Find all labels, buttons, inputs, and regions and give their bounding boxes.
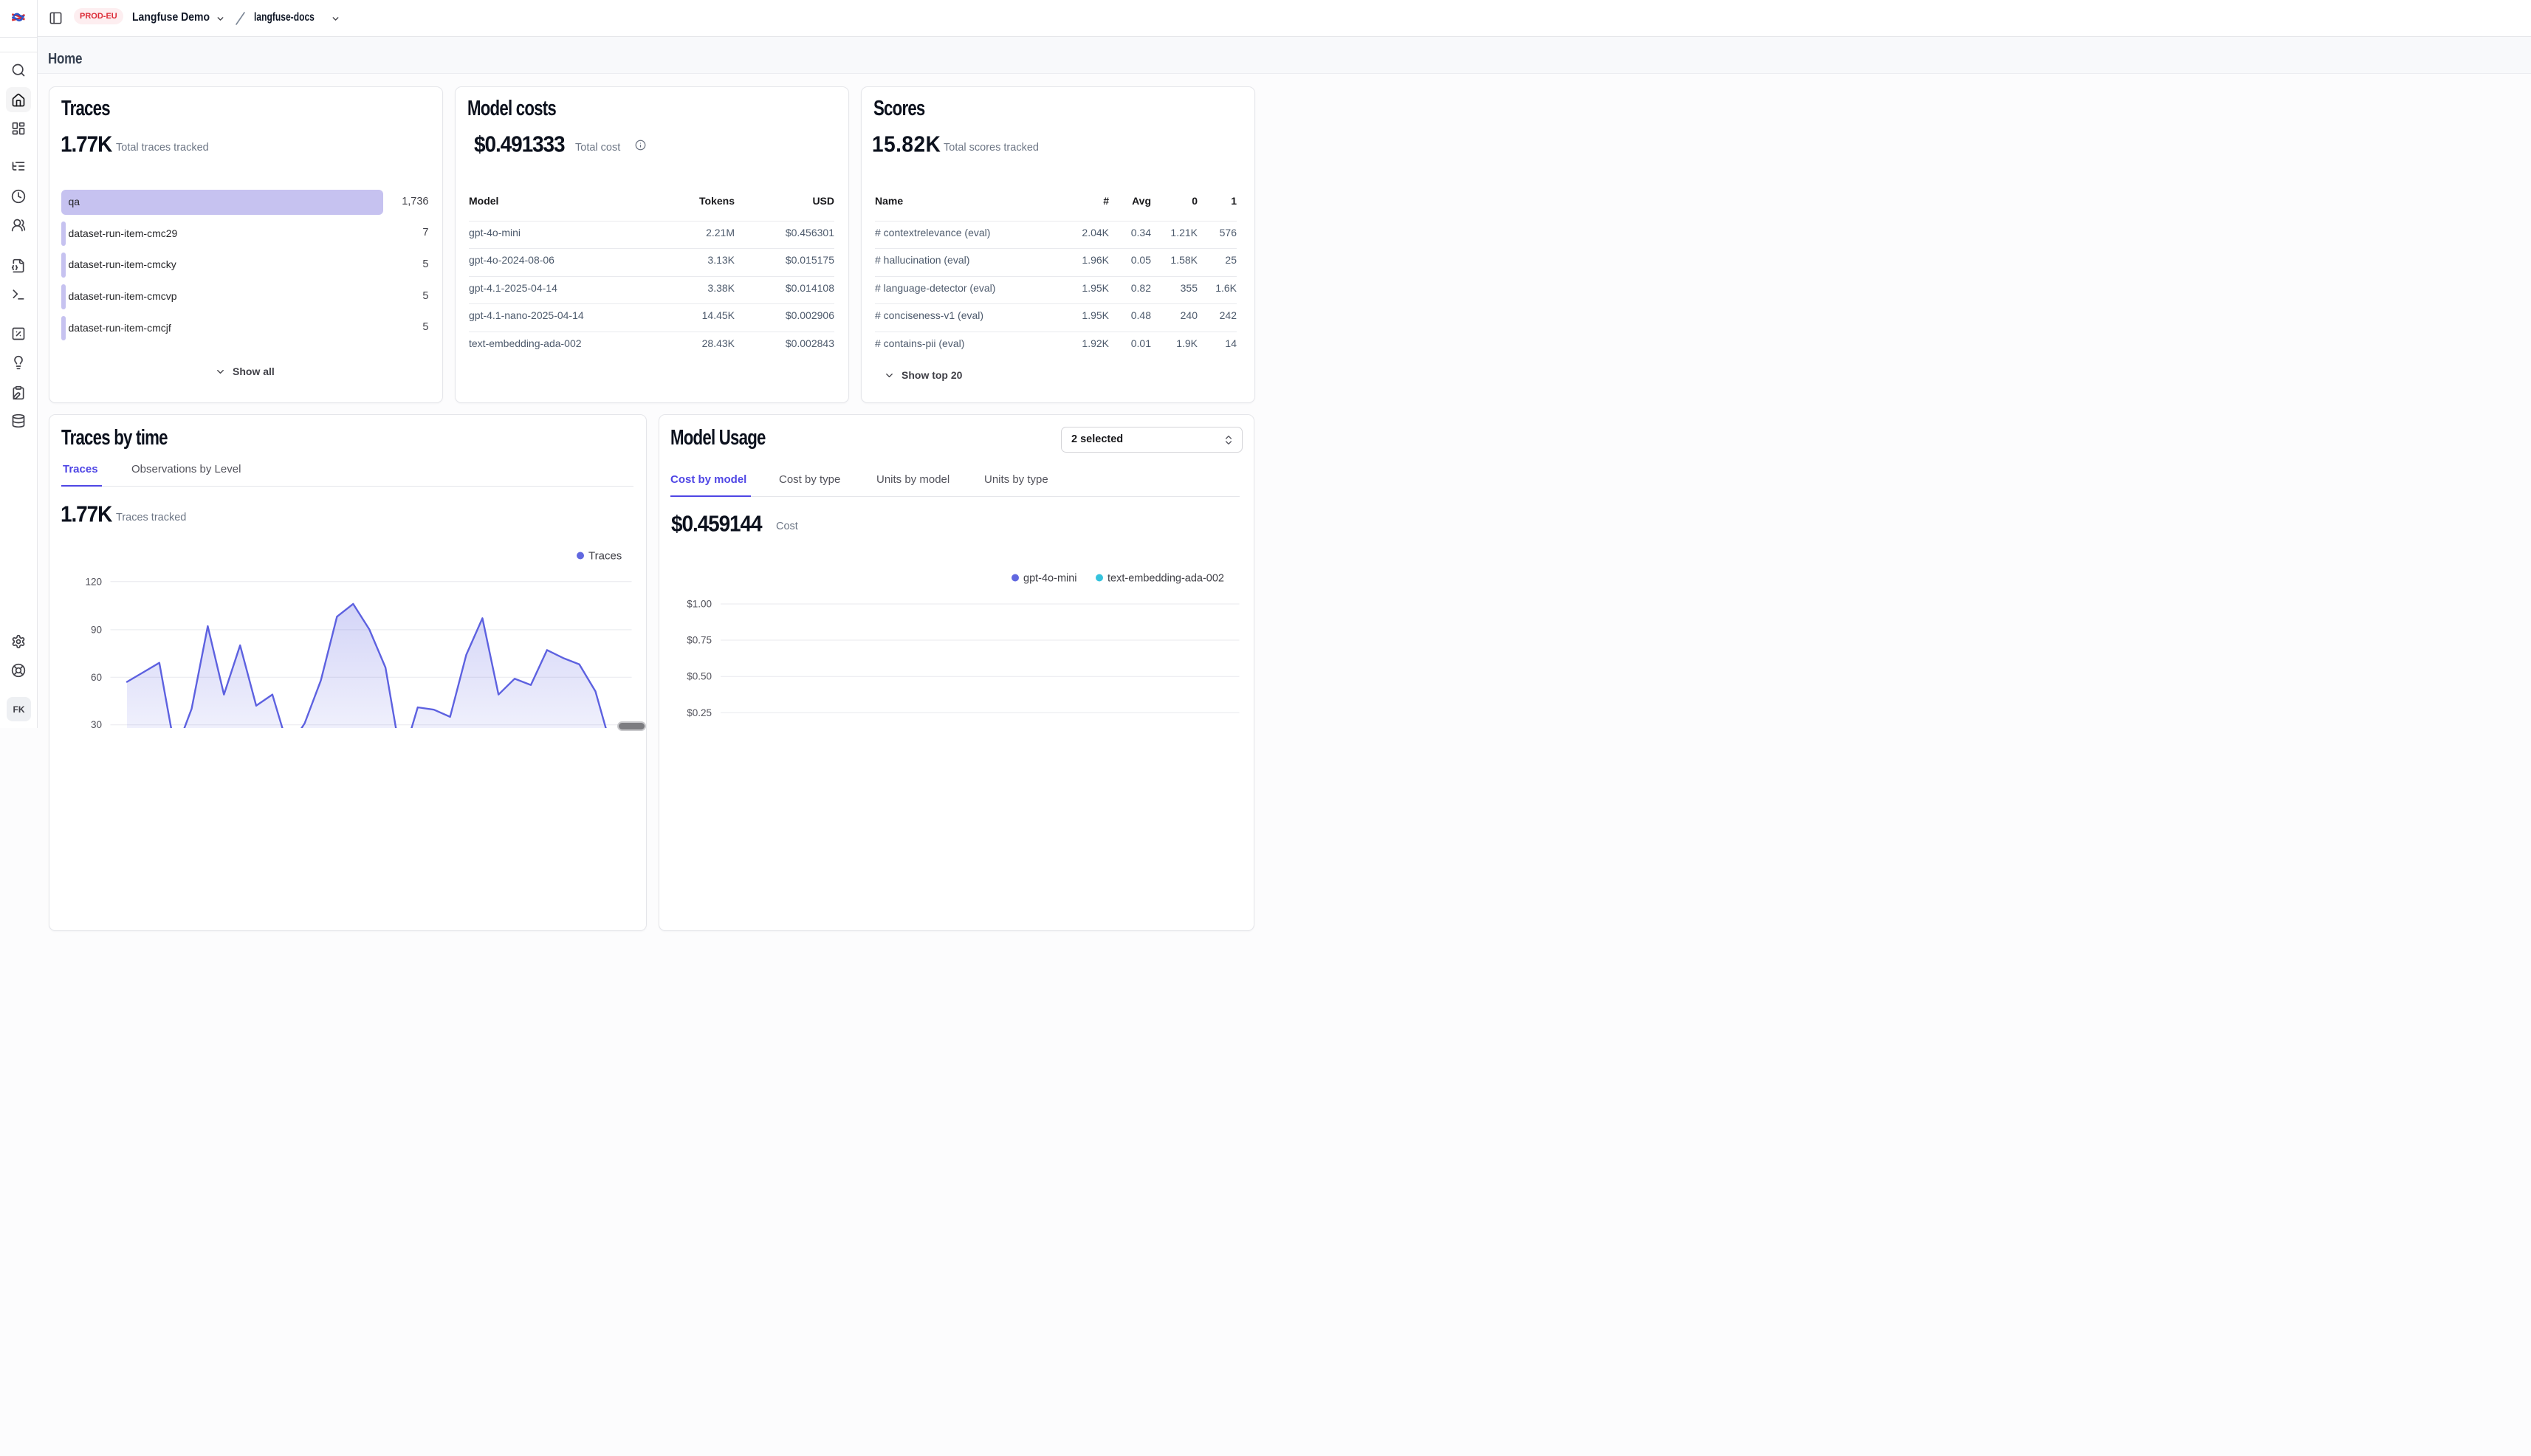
svg-text:$1.00: $1.00 xyxy=(687,599,712,610)
svg-text:text-embedding-ada-002: text-embedding-ada-002 xyxy=(1107,573,1224,585)
svg-text:30: 30 xyxy=(91,719,102,728)
svg-text:60: 60 xyxy=(91,672,102,683)
svg-text:120: 120 xyxy=(85,576,102,587)
svg-text:$0.50: $0.50 xyxy=(687,671,712,682)
svg-text:$0.75: $0.75 xyxy=(687,635,712,646)
svg-text:Traces: Traces xyxy=(588,550,622,563)
svg-text:gpt-4o-mini: gpt-4o-mini xyxy=(1023,573,1077,585)
svg-text:90: 90 xyxy=(91,624,102,635)
svg-text:$0.25: $0.25 xyxy=(687,707,712,718)
